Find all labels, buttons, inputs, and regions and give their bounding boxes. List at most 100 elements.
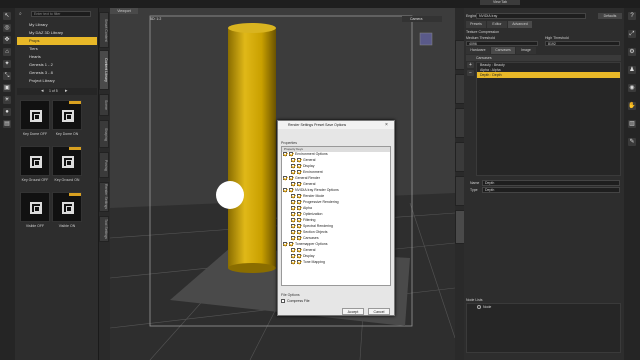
tab-shaping[interactable]: Shaping (99, 120, 109, 148)
orbit-icon[interactable]: ◎ (3, 24, 11, 32)
expand-icon[interactable]: ⤢ (628, 30, 636, 38)
canvas-item-selected[interactable]: Depth : Depth (477, 72, 620, 78)
library-item[interactable]: My Library (17, 21, 97, 29)
engine-select[interactable]: NVIDIA Iray (476, 13, 586, 19)
accept-button[interactable]: Accept (342, 308, 364, 315)
pose-icon[interactable]: ✦ (3, 60, 11, 68)
tab-hardware[interactable]: Hardware (466, 47, 490, 54)
light-frame-icon (62, 156, 74, 168)
name-label: Name (470, 181, 480, 185)
badge-icon (69, 193, 81, 196)
render-icon[interactable]: ● (3, 108, 11, 116)
file-options-label: File Options (281, 293, 300, 297)
tab-scene[interactable]: Scene (99, 94, 109, 116)
nav-cube-icon (419, 32, 433, 46)
light-frame-icon (30, 156, 42, 168)
thumbnail[interactable] (20, 100, 50, 130)
medium-threshold-label: Medium Threshold (466, 36, 495, 40)
remove-canvas-icon[interactable]: − (467, 70, 474, 76)
node-lists-label: Node Lists (466, 298, 483, 302)
light-frame-icon (62, 110, 74, 122)
thumbnail-label: Key Dome OFF (22, 132, 48, 136)
viewport-header-label: 5D: 1:2 (150, 17, 162, 21)
page-indicator: 1 of 5 (49, 89, 58, 93)
prev-page-icon[interactable]: ◂ (41, 88, 44, 95)
high-threshold-input[interactable]: 8192 (545, 41, 620, 46)
help-icon[interactable]: ? (628, 12, 636, 20)
tab-content-library[interactable]: Content Library (99, 50, 109, 90)
save-icon[interactable]: ▤ (3, 120, 11, 128)
library-item[interactable]: Tiers (17, 45, 97, 53)
type-select[interactable]: Depth (482, 187, 620, 193)
tab-image[interactable]: Image (516, 47, 536, 54)
brush-icon[interactable]: ✎ (628, 138, 636, 146)
pan-icon[interactable]: ✥ (3, 36, 11, 44)
next-page-icon[interactable]: ▸ (65, 88, 68, 95)
tab-canvases[interactable]: Canvases (491, 47, 515, 54)
thumbnail[interactable] (52, 100, 82, 130)
compress-file-checkbox[interactable]: Compress File (281, 299, 310, 304)
node-item[interactable]: Node (477, 305, 491, 310)
library-search-input[interactable]: Enter text to filter (31, 11, 91, 17)
tab-posing[interactable]: Posing (99, 152, 109, 178)
dialog-titlebar: Render Settings Preset Save Options × (278, 121, 394, 129)
camera-icon[interactable]: ▣ (3, 84, 11, 92)
type-label: Type (470, 188, 478, 192)
settings-icon[interactable]: ⚙ (628, 48, 636, 56)
cancel-button[interactable]: Cancel (368, 308, 390, 315)
canvas-list (476, 62, 621, 176)
tab-presets[interactable]: Presets (466, 21, 486, 28)
name-input[interactable]: Depth (482, 180, 620, 186)
defaults-button[interactable]: Defaults (598, 13, 622, 19)
search-icon[interactable]: ⌕ (19, 11, 26, 17)
yellow-cylinder (228, 28, 276, 268)
properties-label: Properties (281, 141, 297, 145)
thumbnail-label: Key Dome ON (55, 132, 79, 136)
home-icon[interactable]: ⌂ (3, 48, 11, 56)
library-item[interactable]: Project Library (17, 77, 97, 85)
hand-icon[interactable]: ✋ (628, 102, 636, 110)
medium-threshold-input[interactable]: 4096 (466, 41, 538, 46)
figure-icon[interactable]: ♟ (628, 66, 636, 74)
library-item[interactable]: My DAZ 3D Library (17, 29, 97, 37)
thumbnail[interactable] (52, 146, 82, 176)
high-threshold-label: High Threshold (545, 36, 569, 40)
left-toolbar: ↖ ◎ ✥ ⌂ ✦ ⤡ ▣ ☀ ● ▤ (0, 8, 15, 360)
viewport-tab[interactable]: Viewport (110, 8, 138, 14)
texture-compression-label: Texture Compression (466, 30, 500, 34)
light-frame-icon (62, 202, 74, 214)
thumbnail-label: Key Ground OFF (21, 178, 49, 182)
light-frame-icon (30, 202, 42, 214)
thumbnail-label: Key Ground ON (54, 178, 80, 182)
tab-advanced[interactable]: Advanced (508, 21, 532, 28)
library-item-selected[interactable]: Props (17, 37, 97, 45)
canvases-header: Canvases (466, 55, 621, 61)
thumbnail[interactable] (52, 192, 82, 222)
light-sphere (216, 181, 244, 209)
top-bar (0, 0, 640, 8)
library-item[interactable]: Genesis 1 - 2 (17, 61, 97, 69)
thumbnail[interactable] (20, 192, 50, 222)
arrow-icon[interactable]: ↖ (3, 12, 11, 20)
close-icon[interactable]: × (385, 121, 388, 129)
light-icon[interactable]: ☀ (3, 96, 11, 104)
lock-icon[interactable]: ▥ (628, 120, 636, 128)
radio-icon[interactable] (477, 305, 481, 310)
thumbnail[interactable] (20, 146, 50, 176)
tab-tool-settings[interactable]: Tool Settings (99, 216, 109, 242)
scale-icon[interactable]: ⤡ (3, 72, 11, 80)
tab-render-settings[interactable]: Render Settings (99, 182, 109, 212)
tab-smart-content[interactable]: Smart Content (99, 12, 109, 48)
light-frame-icon (30, 110, 42, 122)
right-toolbar: ? ⤢ ⚙ ♟ ◉ ✋ ▥ ✎ (624, 8, 640, 360)
tab-editor[interactable]: Editor (487, 21, 507, 28)
badge-icon (69, 147, 81, 150)
library-item[interactable]: Hearts (17, 53, 97, 61)
add-canvas-icon[interactable]: + (467, 62, 474, 68)
camera-selector[interactable]: Camera (402, 16, 442, 22)
pager: ◂ 1 of 5 ▸ (17, 88, 97, 95)
eye-icon[interactable]: ◉ (628, 84, 636, 92)
tree-item[interactable]: Tone Mapping (291, 259, 325, 265)
library-item[interactable]: Genesis 3 - 8 (17, 69, 97, 77)
top-right-tab[interactable]: View Tab (480, 0, 520, 5)
